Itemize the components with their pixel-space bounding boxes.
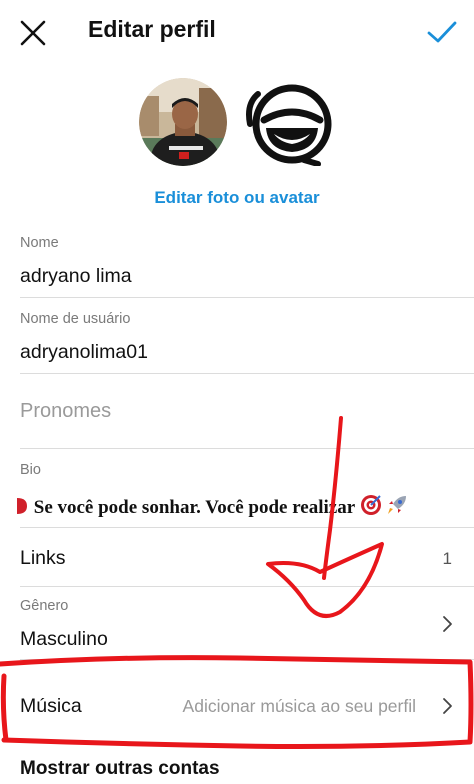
page-title: Editar perfil bbox=[88, 16, 216, 42]
music-label: Música bbox=[20, 695, 82, 717]
chevron-right-icon bbox=[443, 616, 452, 632]
links-count: 1 bbox=[442, 549, 452, 568]
show-other-accounts-link[interactable]: Mostrar outras contas bbox=[20, 758, 220, 780]
avatar-character-icon[interactable] bbox=[244, 80, 336, 167]
divider bbox=[20, 297, 474, 298]
links-label: Links bbox=[20, 547, 66, 569]
edit-photo-link[interactable]: Editar foto ou avatar bbox=[0, 188, 474, 208]
rocket-icon bbox=[388, 496, 407, 514]
name-label: Nome bbox=[20, 235, 59, 251]
gender-value: Masculino bbox=[20, 628, 108, 650]
gender-label: Gênero bbox=[20, 598, 69, 614]
divider bbox=[20, 659, 474, 660]
username-label: Nome de usuário bbox=[20, 311, 131, 327]
profile-photo-avatar[interactable] bbox=[139, 78, 227, 166]
name-input[interactable]: adryano lima bbox=[20, 265, 132, 288]
close-icon[interactable] bbox=[16, 16, 50, 50]
bio-input[interactable]: Se você pode sonhar. Você pode realizar bbox=[17, 494, 408, 519]
target-icon bbox=[360, 495, 381, 515]
chevron-right-icon bbox=[443, 698, 452, 714]
links-row[interactable] bbox=[0, 530, 474, 586]
profile-photo-image bbox=[139, 78, 227, 166]
music-hint: Adicionar música ao seu perfil bbox=[182, 696, 416, 716]
check-icon[interactable] bbox=[424, 14, 460, 50]
header-bar: Editar perfil bbox=[0, 0, 474, 62]
divider bbox=[20, 373, 474, 374]
bio-text: Se você pode sonhar. Você pode realizar bbox=[33, 497, 355, 518]
divider bbox=[20, 527, 474, 528]
username-input[interactable]: adryanolima01 bbox=[20, 341, 148, 364]
bio-label: Bio bbox=[20, 462, 41, 478]
divider bbox=[20, 448, 474, 449]
pronouns-input[interactable]: Pronomes bbox=[20, 400, 111, 423]
divider bbox=[20, 586, 474, 587]
heart-icon bbox=[17, 498, 27, 514]
